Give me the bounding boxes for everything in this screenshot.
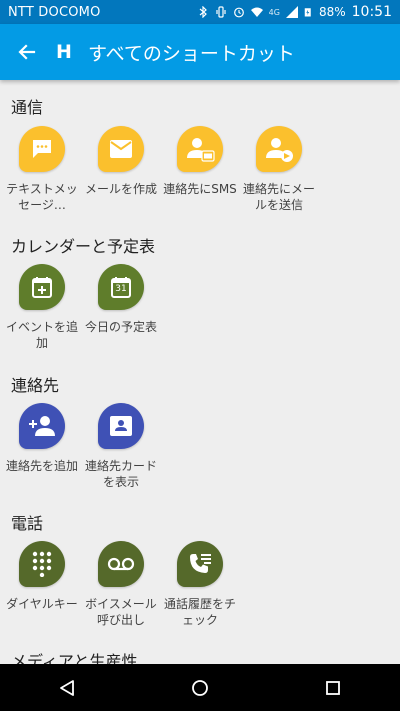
section-title-communication: 通信 [11, 98, 44, 117]
shortcut-label: 今日の予定表 [84, 320, 157, 334]
bluetooth-icon [199, 6, 207, 18]
status-icons: 4G 88% [197, 5, 346, 19]
shortcut-label: 連絡先にメールを送信 [242, 182, 315, 212]
shortcut-call-voicemail[interactable]: ボイスメール呼び出し [82, 541, 160, 628]
back-button[interactable] [0, 24, 54, 80]
clock: 10:51 [351, 4, 392, 20]
shortcut-label: ダイヤルキー [6, 597, 78, 611]
shortcut-add-event[interactable]: イベントを追加 [3, 264, 81, 351]
add-contact-icon [19, 403, 65, 449]
contact-card-icon [98, 403, 144, 449]
section-title-contacts: 連絡先 [11, 376, 60, 395]
shortcut-contact-email[interactable]: 連絡先にメールを送信 [240, 126, 318, 213]
triangle-back-icon [59, 679, 74, 696]
nav-recents-button[interactable] [313, 668, 353, 708]
network-type: 4G [268, 7, 280, 17]
battery-level: 88% [318, 5, 346, 19]
arrow-back-icon [18, 44, 36, 60]
shortcut-label: ボイスメール呼び出し [85, 597, 157, 627]
nav-back-button[interactable] [47, 668, 87, 708]
section-title-phone: 電話 [11, 514, 44, 533]
status-bar: NTT DOCOMO 4G 88% 10:51 [0, 0, 400, 24]
section-title-calendar: カレンダーと予定表 [11, 237, 156, 256]
contact-email-icon [256, 126, 302, 172]
battery-charging-icon [304, 8, 311, 17]
shortcut-list: 通信 テキストメッセージ… メールを作成 連絡先にSMS 連絡先にメールを送信 … [0, 80, 400, 664]
shortcut-contact-sms[interactable]: 連絡先にSMS [161, 126, 239, 197]
nav-home-button[interactable] [180, 668, 220, 708]
calendar-today-icon: 31 [98, 264, 144, 310]
call-log-icon [177, 541, 223, 587]
contact-sms-icon [177, 126, 223, 172]
shortcut-label: 連絡先カードを表示 [84, 459, 157, 489]
signal-icon [285, 6, 298, 18]
shortcut-label: 連絡先を追加 [5, 459, 78, 473]
voicemail-icon [98, 541, 144, 587]
app-letter-logo: H [56, 41, 72, 63]
vibrate-icon [216, 6, 226, 18]
square-recents-icon [326, 680, 341, 695]
shortcut-today-agenda[interactable]: 31 今日の予定表 [82, 264, 160, 335]
shortcut-label: イベントを追加 [5, 320, 78, 350]
shortcut-label: メールを作成 [84, 182, 157, 196]
navigation-bar [0, 664, 400, 711]
carrier-name: NTT DOCOMO [8, 4, 101, 20]
shortcut-label: 通話履歴をチェック [163, 597, 236, 627]
shortcut-label: 連絡先にSMS [163, 182, 237, 196]
shortcut-compose-email[interactable]: メールを作成 [82, 126, 160, 197]
calendar-day-number: 31 [115, 284, 127, 294]
wifi-icon [250, 7, 263, 17]
alarm-icon [233, 7, 244, 18]
shortcut-text-message[interactable]: テキストメッセージ… [3, 126, 81, 213]
email-icon [98, 126, 144, 172]
page-title: すべてのショートカット [88, 42, 295, 65]
section-title-media-productivity: メディアと生産性 [11, 652, 138, 664]
app-bar: H すべてのショートカット [0, 24, 400, 80]
shortcut-label: テキストメッセージ… [6, 182, 78, 212]
shortcut-check-call-log[interactable]: 通話履歴をチェック [161, 541, 239, 628]
shortcut-dialpad[interactable]: ダイヤルキー [3, 541, 81, 612]
shortcut-show-contact-card[interactable]: 連絡先カードを表示 [82, 403, 160, 490]
message-icon [19, 126, 65, 172]
circle-home-icon [192, 679, 208, 696]
shortcut-add-contact[interactable]: 連絡先を追加 [3, 403, 81, 474]
dialpad-icon [19, 541, 65, 587]
calendar-add-icon [19, 264, 65, 310]
